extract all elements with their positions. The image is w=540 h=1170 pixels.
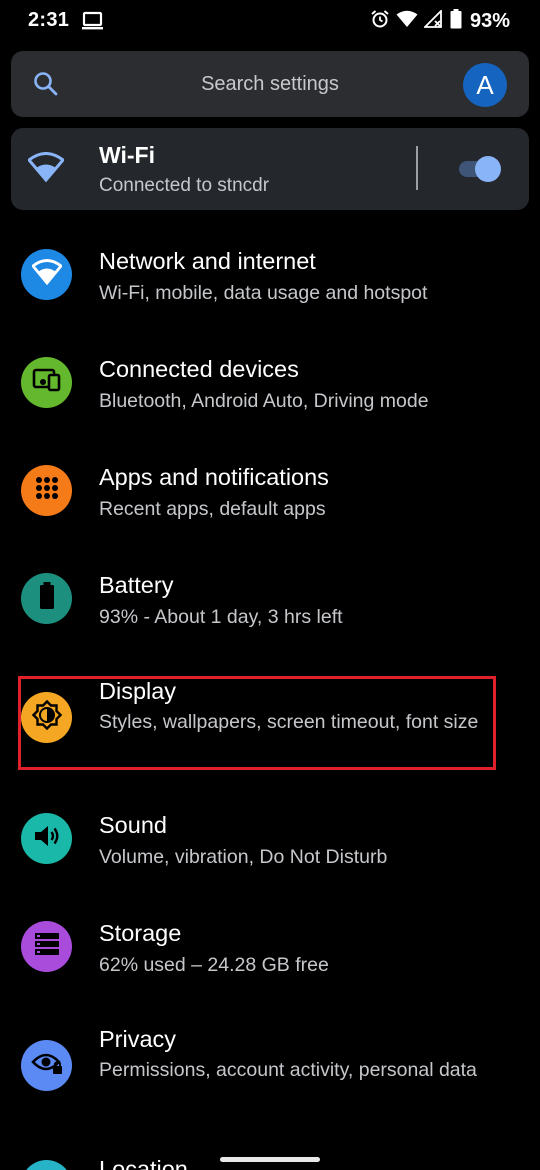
- battery-percent: 93%: [469, 9, 510, 32]
- status-icons: 93%: [370, 8, 510, 34]
- screen-cast-icon: [82, 11, 104, 36]
- item-title: Apps and notifications: [99, 464, 329, 490]
- status-bar: 2:31 93%: [0, 0, 540, 44]
- item-title: Storage: [99, 920, 182, 946]
- settings-item-network[interactable]: Network and internet Wi-Fi, mobile, data…: [0, 246, 540, 346]
- storage-icon: [34, 932, 60, 961]
- search-placeholder[interactable]: Search settings: [11, 73, 529, 96]
- item-icon-circle: [21, 249, 72, 300]
- item-subtitle: Wi-Fi, mobile, data usage and hotspot: [99, 282, 428, 304]
- status-time: 2:31: [28, 9, 70, 31]
- item-icon-circle: [21, 921, 72, 972]
- settings-item-battery[interactable]: Battery 93% - About 1 day, 3 hrs left: [0, 570, 540, 670]
- wifi-signal-icon: [396, 10, 418, 33]
- settings-item-sound[interactable]: Sound Volume, vibration, Do Not Disturb: [0, 810, 540, 910]
- item-title: Privacy: [99, 1026, 177, 1052]
- wifi-toggle[interactable]: [457, 155, 503, 183]
- item-subtitle: 62% used – 24.28 GB free: [99, 954, 329, 976]
- item-title: Location: [99, 1156, 188, 1170]
- cell-signal-icon: [422, 8, 444, 33]
- alarm-icon: [370, 9, 390, 34]
- item-subtitle: Permissions, account activity, personal …: [99, 1059, 477, 1081]
- item-icon-circle: [21, 465, 72, 516]
- wifi-title: Wi-Fi: [99, 142, 155, 168]
- item-icon-circle: [21, 813, 72, 864]
- settings-item-privacy[interactable]: Privacy Permissions, account activity, p…: [0, 1026, 540, 1126]
- item-title: Battery: [99, 572, 174, 598]
- settings-item-connected-devices[interactable]: Connected devices Bluetooth, Android Aut…: [0, 354, 540, 454]
- gesture-nav-pill[interactable]: [220, 1157, 320, 1162]
- battery-icon: [39, 582, 55, 615]
- search-bar[interactable]: Search settings A: [11, 51, 529, 117]
- wifi-icon: [30, 259, 63, 290]
- settings-item-apps[interactable]: Apps and notifications Recent apps, defa…: [0, 462, 540, 562]
- battery-status-icon: [450, 8, 462, 34]
- apps-icon: [34, 475, 60, 506]
- item-icon-circle: [21, 357, 72, 408]
- divider: [416, 146, 418, 190]
- wifi-card[interactable]: Wi-Fi Connected to stncdr: [11, 128, 529, 210]
- account-avatar[interactable]: A: [463, 63, 507, 107]
- wifi-status: Connected to stncdr: [99, 175, 270, 196]
- item-icon-circle: [21, 1040, 72, 1091]
- item-icon-circle: [21, 1160, 72, 1170]
- devices-icon: [32, 367, 62, 398]
- item-title: Connected devices: [99, 356, 299, 382]
- volume-icon: [33, 823, 61, 854]
- toggle-thumb: [475, 156, 501, 182]
- item-subtitle: Volume, vibration, Do Not Disturb: [99, 846, 388, 868]
- wifi-icon: [26, 152, 66, 189]
- highlight-box: [18, 676, 496, 770]
- item-icon-circle: [21, 573, 72, 624]
- item-subtitle: Recent apps, default apps: [99, 498, 326, 520]
- item-subtitle: Bluetooth, Android Auto, Driving mode: [99, 390, 429, 412]
- settings-item-storage[interactable]: Storage 62% used – 24.28 GB free: [0, 918, 540, 1018]
- item-title: Network and internet: [99, 248, 316, 274]
- privacy-eye-icon: [30, 1050, 63, 1081]
- item-subtitle: 93% - About 1 day, 3 hrs left: [99, 606, 343, 628]
- item-title: Sound: [99, 812, 167, 838]
